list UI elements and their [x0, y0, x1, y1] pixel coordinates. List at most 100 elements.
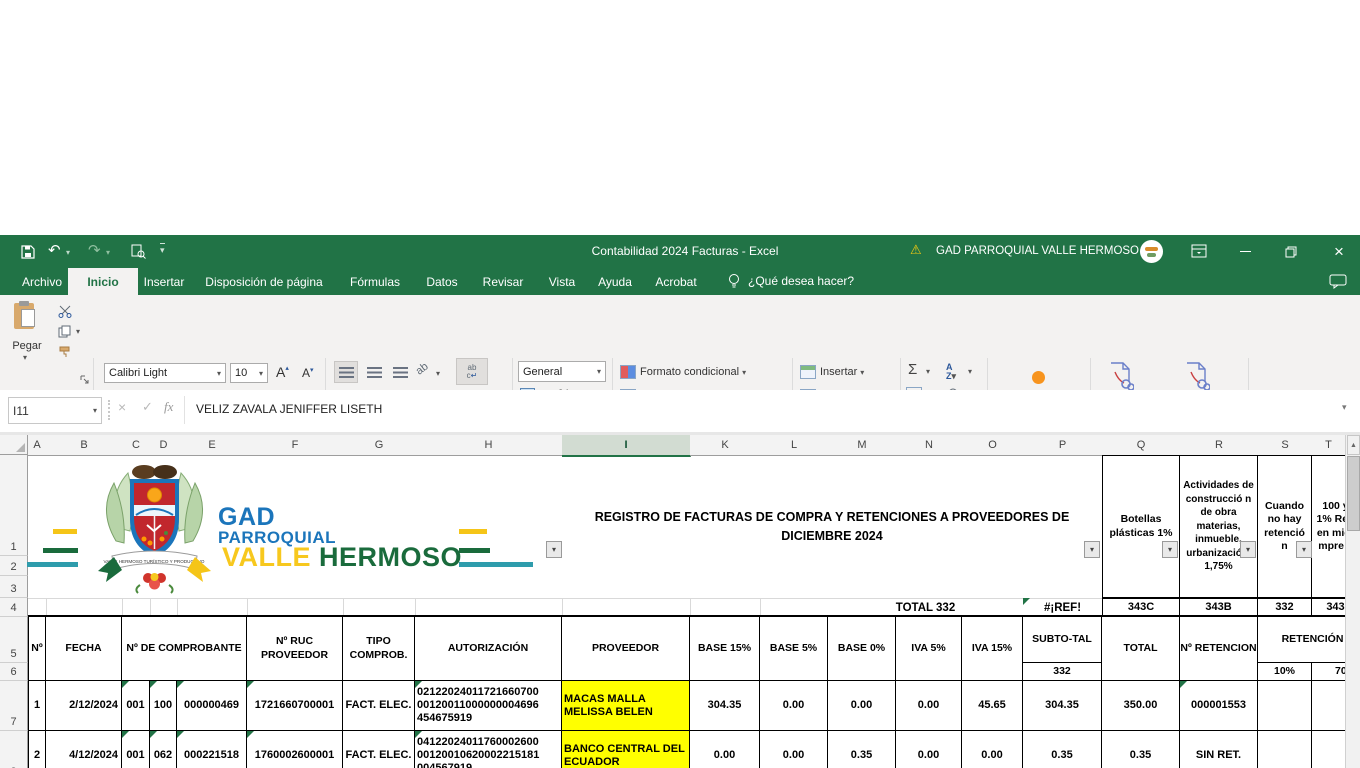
col-header-T[interactable]: T: [1312, 435, 1346, 456]
restore-button[interactable]: [1274, 235, 1308, 268]
cell-I7[interactable]: MACAS MALLA MELISSA BELEN: [562, 681, 690, 731]
col-header-I-selected[interactable]: I: [562, 435, 691, 457]
tab-formulas[interactable]: Fórmulas: [334, 268, 416, 295]
header-subtotal-code[interactable]: 332: [1023, 663, 1102, 681]
row-header-5[interactable]: 5: [0, 617, 28, 663]
name-box[interactable]: I11 ▾: [8, 397, 102, 424]
header-retencion[interactable]: Nº RETENCION: [1180, 617, 1258, 681]
tell-me-search[interactable]: ¿Qué desea hacer?: [748, 274, 854, 288]
select-all-corner[interactable]: [0, 435, 28, 455]
filter-dropdown-icon[interactable]: ▾: [546, 541, 562, 558]
comments-icon[interactable]: [1328, 273, 1348, 290]
cell-F7[interactable]: 1721660700001: [247, 681, 343, 731]
cell-E7[interactable]: 000000469: [177, 681, 247, 731]
cell-E8[interactable]: 000221518: [177, 731, 247, 768]
align-top-icon[interactable]: [334, 361, 358, 383]
header-proveedor[interactable]: PROVEEDOR: [562, 617, 690, 681]
redo-dropdown-icon[interactable]: ▾: [106, 248, 110, 257]
tab-insertar[interactable]: Insertar: [130, 268, 198, 295]
sheet-title[interactable]: REGISTRO DE FACTURAS DE COMPRA Y RETENCI…: [562, 455, 1102, 598]
col-header-C[interactable]: C: [122, 435, 151, 456]
cell-L7[interactable]: 0.00: [760, 681, 828, 731]
row-header-7[interactable]: 7: [0, 681, 28, 731]
expand-formula-bar-icon[interactable]: ▾: [1342, 402, 1347, 413]
cell-B7[interactable]: 2/12/2024: [46, 681, 122, 731]
header-autorizacion[interactable]: AUTORIZACIÓN: [415, 617, 562, 681]
cell-K7[interactable]: 304.35: [690, 681, 760, 731]
cell-H8[interactable]: 04122024011760002600 0012001062000221518…: [415, 731, 562, 768]
filter-dropdown-icon[interactable]: ▾: [1240, 541, 1256, 558]
cell-D8[interactable]: 062: [150, 731, 177, 768]
tab-acrobat[interactable]: Acrobat: [642, 268, 710, 295]
tab-revisar[interactable]: Revisar: [468, 268, 538, 295]
header-base5[interactable]: BASE 5%: [760, 617, 828, 681]
cell-R7[interactable]: 000001553: [1180, 681, 1258, 731]
row-header-1[interactable]: 1: [0, 455, 28, 556]
col-header-A[interactable]: A: [28, 435, 47, 456]
paste-dropdown-icon[interactable]: ▾: [23, 353, 27, 362]
cell-C8[interactable]: 001: [122, 731, 150, 768]
cut-icon[interactable]: [56, 304, 74, 318]
cell-P7[interactable]: 304.35: [1023, 681, 1102, 731]
col-header-Q[interactable]: Q: [1102, 435, 1181, 456]
cell-L8[interactable]: 0.00: [760, 731, 828, 768]
cell-G7[interactable]: FACT. ELEC.: [343, 681, 415, 731]
col-header-L[interactable]: L: [760, 435, 829, 456]
header-base0[interactable]: BASE 0%: [828, 617, 896, 681]
print-preview-icon[interactable]: [130, 243, 146, 259]
account-name[interactable]: GAD PARROQUIAL VALLE HERMOSO: [936, 245, 1139, 257]
font-size-select[interactable]: 10▾: [230, 363, 268, 383]
cell-N8[interactable]: 0.00: [896, 731, 962, 768]
scroll-up-icon[interactable]: ▲: [1347, 435, 1360, 455]
align-middle-icon[interactable]: [362, 361, 386, 383]
row-header-8[interactable]: 8: [0, 731, 28, 768]
cell-O7[interactable]: 45.65: [962, 681, 1023, 731]
col-header-F[interactable]: F: [247, 435, 344, 456]
tab-ayuda[interactable]: Ayuda: [584, 268, 646, 295]
undo-dropdown-icon[interactable]: ▾: [66, 248, 70, 257]
cell-S8[interactable]: [1258, 731, 1312, 768]
cell-Q1[interactable]: Botellas plásticas 1%: [1102, 455, 1180, 598]
filter-dropdown-icon[interactable]: ▾: [1296, 541, 1312, 558]
col-header-E[interactable]: E: [177, 435, 248, 456]
col-header-K[interactable]: K: [690, 435, 761, 456]
row-header-4[interactable]: 4: [0, 598, 28, 617]
cell-N7[interactable]: 0.00: [896, 681, 962, 731]
cell-H7[interactable]: 02122024011721660700 0012001100000000469…: [415, 681, 562, 731]
align-bottom-icon[interactable]: [388, 361, 412, 383]
paste-icon[interactable]: [14, 301, 38, 331]
orientation-dropdown-icon[interactable]: ▾: [436, 369, 440, 378]
insert-cells-button[interactable]: Insertar▾: [800, 365, 864, 379]
cell-A7[interactable]: 1: [28, 681, 46, 731]
cell-B8[interactable]: 4/12/2024: [46, 731, 122, 768]
cancel-icon[interactable]: ×: [118, 399, 126, 415]
conditional-formatting-button[interactable]: Formato condicional▾: [620, 365, 746, 379]
header-ret-10[interactable]: 10%: [1258, 663, 1312, 681]
clipboard-dialog-launcher-icon[interactable]: [80, 371, 90, 381]
col-header-B[interactable]: B: [46, 435, 123, 456]
cell-P8[interactable]: 0.35: [1023, 731, 1102, 768]
cell-M8[interactable]: 0.35: [828, 731, 896, 768]
cell-R1[interactable]: Actividades de construcció n de obra mat…: [1180, 455, 1258, 598]
col-header-S[interactable]: S: [1258, 435, 1313, 456]
cell-K8[interactable]: 0.00: [690, 731, 760, 768]
header-ruc[interactable]: Nº RUC PROVEEDOR: [247, 617, 343, 681]
cell-S1[interactable]: Cuando no hay retenció n: [1258, 455, 1312, 598]
cell-R8[interactable]: SIN RET.: [1180, 731, 1258, 768]
header-iva5[interactable]: IVA 5%: [896, 617, 962, 681]
header-fecha[interactable]: FECHA: [46, 617, 122, 681]
cell-Q7[interactable]: 350.00: [1102, 681, 1180, 731]
cell-S7[interactable]: [1258, 681, 1312, 731]
col-header-O[interactable]: O: [962, 435, 1024, 456]
row-header-6[interactable]: 6: [0, 663, 28, 681]
filter-dropdown-icon[interactable]: ▾: [1084, 541, 1100, 558]
customize-qat-icon[interactable]: ▾: [160, 243, 165, 256]
cell-F8[interactable]: 1760002600001: [247, 731, 343, 768]
header-iva15[interactable]: IVA 15%: [962, 617, 1023, 681]
create-share-pdf-icon[interactable]: [1182, 361, 1212, 391]
enter-icon[interactable]: ✓: [142, 399, 153, 415]
undo-icon[interactable]: ↶: [48, 241, 61, 259]
ribbon-display-options-icon[interactable]: [1190, 243, 1208, 259]
row-header-2[interactable]: 2: [0, 556, 28, 576]
header-num[interactable]: Nº: [28, 617, 46, 681]
